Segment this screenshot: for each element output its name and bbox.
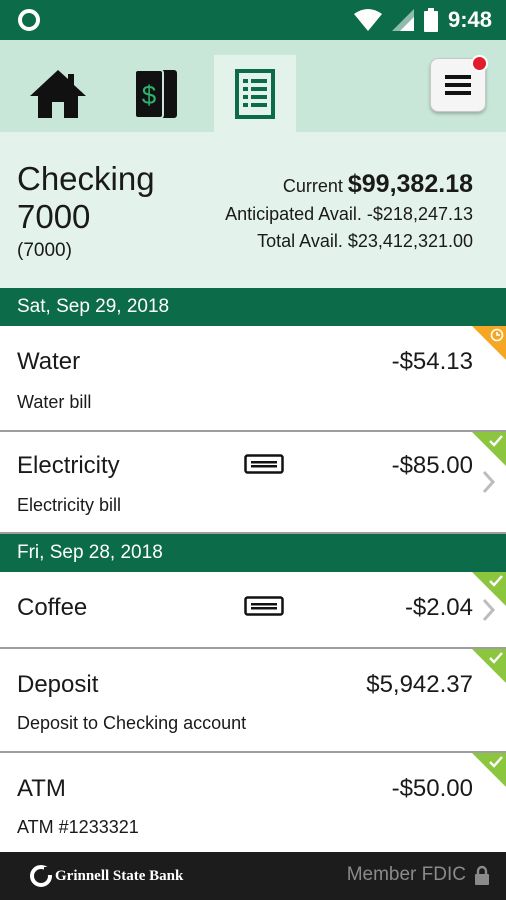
transaction-title: ATM	[17, 775, 66, 802]
footer-bar: Grinnell State Bank Member FDIC	[0, 852, 506, 900]
hamburger-menu-icon	[445, 75, 471, 95]
total-balance-label: Total Avail.	[257, 231, 343, 251]
anticipated-balance: Anticipated Avail. -$218,247.13	[225, 204, 473, 225]
dollar-bill-icon: $	[134, 68, 177, 119]
signal-icon	[391, 9, 414, 31]
current-balance-label: Current	[282, 176, 343, 196]
transaction-title: Deposit	[17, 671, 99, 698]
transaction-amount: -$54.13	[391, 348, 473, 375]
account-summary: Checking 7000 (7000) Current $99,382.18 …	[0, 132, 506, 288]
bank-name: Grinnell State Bank	[55, 867, 184, 884]
anticipated-balance-value: -$218,247.13	[366, 204, 473, 224]
home-icon	[30, 69, 86, 118]
status-bar: 9:48	[0, 0, 506, 40]
notification-badge	[471, 55, 488, 72]
system-icons: 9:48	[353, 7, 492, 33]
bank-logo: Grinnell State Bank	[30, 865, 183, 887]
ledger-icon	[235, 68, 275, 119]
transaction-title: Coffee	[17, 594, 88, 621]
date-header: Sat, Sep 29, 2018	[0, 288, 506, 326]
clock-time: 9:48	[447, 7, 492, 32]
card-icon	[244, 454, 284, 474]
clock-icon	[490, 328, 504, 342]
date-header: Fri, Sep 28, 2018	[0, 534, 506, 572]
member-fdic: Member FDIC	[347, 864, 490, 886]
transaction-description: Water bill	[17, 392, 92, 412]
current-balance-value: $99,382.18	[347, 170, 473, 198]
transaction-amount: -$50.00	[391, 775, 473, 802]
wifi-icon	[353, 9, 382, 31]
total-balance: Total Avail. $23,412,321.00	[257, 231, 473, 252]
transaction-description: Electricity bill	[17, 495, 122, 515]
anticipated-balance-label: Anticipated Avail.	[225, 204, 362, 224]
chevron-right-icon[interactable]	[482, 598, 496, 622]
current-balance: Current $99,382.18	[283, 170, 473, 199]
transaction-row[interactable]: Water -$54.13 Water bill	[0, 326, 506, 432]
battery-icon	[423, 8, 438, 32]
transaction-description: ATM #1233321	[17, 817, 139, 837]
checkmark-icon	[489, 756, 503, 768]
lock-icon	[475, 865, 489, 885]
checkmark-icon	[489, 435, 503, 447]
notification-circle-icon	[18, 9, 40, 31]
bank-logo-icon	[30, 865, 52, 887]
transaction-description: Deposit to Checking account	[17, 713, 247, 733]
total-balance-value: $23,412,321.00	[347, 231, 473, 251]
svg-text:$: $	[142, 80, 157, 110]
transaction-amount: -$85.00	[391, 452, 473, 479]
tab-home[interactable]	[17, 55, 99, 132]
transaction-amount: $5,942.37	[366, 671, 473, 698]
menu-button[interactable]	[430, 55, 488, 112]
tab-accounts[interactable]	[214, 55, 296, 132]
chevron-right-icon[interactable]	[482, 470, 496, 494]
transaction-amount: -$2.04	[404, 594, 473, 621]
nav-tab-bar: $	[0, 40, 506, 132]
transaction-title: Water	[17, 348, 81, 375]
transaction-row[interactable]: Coffee -$2.04	[0, 572, 506, 649]
member-fdic-text: Member FDIC	[346, 864, 466, 885]
account-number: (7000)	[17, 240, 72, 261]
transaction-row[interactable]: ATM -$50.00 ATM #1233321	[0, 753, 506, 852]
account-name: Checking 7000	[17, 160, 155, 235]
tab-transfers[interactable]: $	[116, 55, 198, 132]
transaction-row[interactable]: Electricity -$85.00 Electricity bill	[0, 432, 506, 534]
transaction-title: Electricity	[17, 452, 120, 479]
transaction-row[interactable]: Deposit $5,942.37 Deposit to Checking ac…	[0, 649, 506, 753]
checkmark-icon	[489, 575, 503, 587]
checkmark-icon	[489, 652, 503, 664]
card-icon	[244, 596, 284, 616]
